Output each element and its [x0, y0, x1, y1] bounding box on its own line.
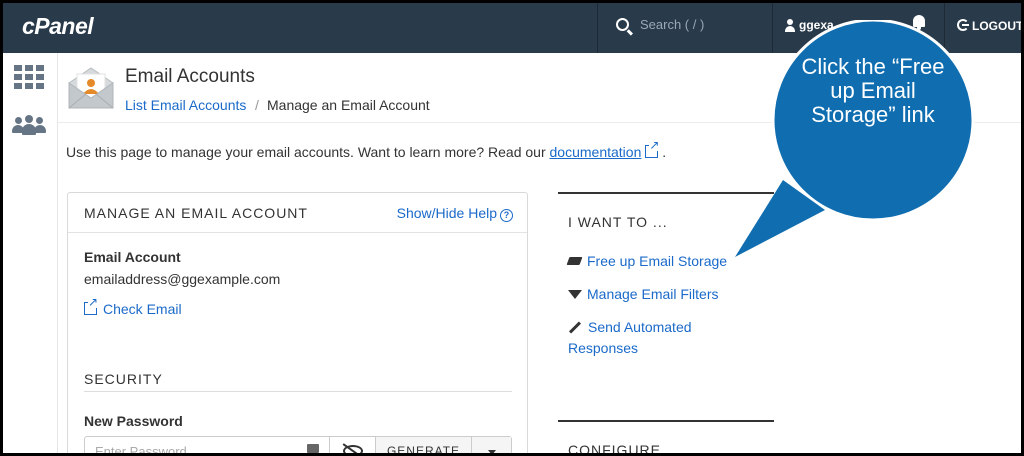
question-circle-icon: ?: [500, 209, 513, 222]
send-automated-responses-link[interactable]: Send Automated Responses: [568, 317, 748, 359]
search-icon: [616, 18, 629, 31]
cpanel-logo[interactable]: cPanel: [22, 13, 94, 40]
email-account-label: Email Account: [84, 249, 181, 265]
email-account-value: emailaddress@ggexample.com: [84, 271, 281, 287]
manage-email-filters-link[interactable]: Manage Email Filters: [568, 284, 719, 305]
breadcrumb-separator: /: [255, 97, 259, 113]
envelope-icon: [68, 67, 114, 109]
manage-filters-label: Manage Email Filters: [587, 286, 719, 302]
configure-divider: [558, 420, 774, 422]
eye-slash-icon: [343, 445, 363, 456]
callout-text: Click the “Free up Email Storage” link: [801, 54, 945, 127]
eraser-icon: [566, 257, 583, 265]
documentation-link[interactable]: documentation: [550, 144, 642, 160]
intro-text: Use this page to manage your email accou…: [66, 139, 667, 160]
new-password-label: New Password: [84, 413, 183, 429]
magic-wand-icon: [568, 321, 582, 334]
password-input-group: GENERATE: [84, 436, 512, 456]
intro-sentence: Use this page to manage your email accou…: [66, 144, 550, 160]
manage-account-panel: MANAGE AN EMAIL ACCOUNT Show/Hide Help? …: [67, 192, 528, 456]
new-password-input[interactable]: [85, 437, 325, 456]
panel-header: MANAGE AN EMAIL ACCOUNT Show/Hide Help?: [68, 193, 527, 233]
security-divider: [84, 391, 512, 392]
toggle-password-visibility-button[interactable]: [329, 437, 375, 456]
page-title: Email Accounts: [125, 66, 255, 87]
apps-grid-icon[interactable]: [14, 65, 44, 89]
intro-end: .: [662, 144, 667, 160]
generate-options-dropdown[interactable]: [471, 437, 511, 456]
check-email-label: Check Email: [103, 301, 182, 317]
free-up-storage-label: Free up Email Storage: [587, 253, 728, 269]
external-link-icon: [84, 296, 99, 315]
breadcrumb-list-email-accounts[interactable]: List Email Accounts: [125, 97, 246, 113]
free-up-email-storage-link[interactable]: Free up Email Storage: [566, 251, 728, 272]
filter-icon: [568, 290, 582, 299]
show-hide-help-link[interactable]: Show/Hide Help?: [397, 205, 513, 222]
configure-title: CONFIGURE: [568, 442, 661, 456]
check-email-link[interactable]: Check Email: [84, 296, 182, 317]
security-title: SECURITY: [84, 371, 163, 387]
i-want-to-title: I WANT TO ...: [568, 214, 668, 230]
send-responses-label: Send Automated Responses: [568, 319, 692, 356]
breadcrumb-current: Manage an Email Account: [267, 97, 430, 113]
keyboard-icon: [307, 444, 319, 453]
help-link-label: Show/Hide Help: [396, 205, 497, 221]
panel-title: MANAGE AN EMAIL ACCOUNT: [84, 205, 308, 221]
external-link-icon: [645, 139, 660, 158]
users-icon[interactable]: [12, 115, 46, 137]
generate-password-button[interactable]: GENERATE: [375, 437, 471, 456]
sidebar: [0, 53, 58, 456]
